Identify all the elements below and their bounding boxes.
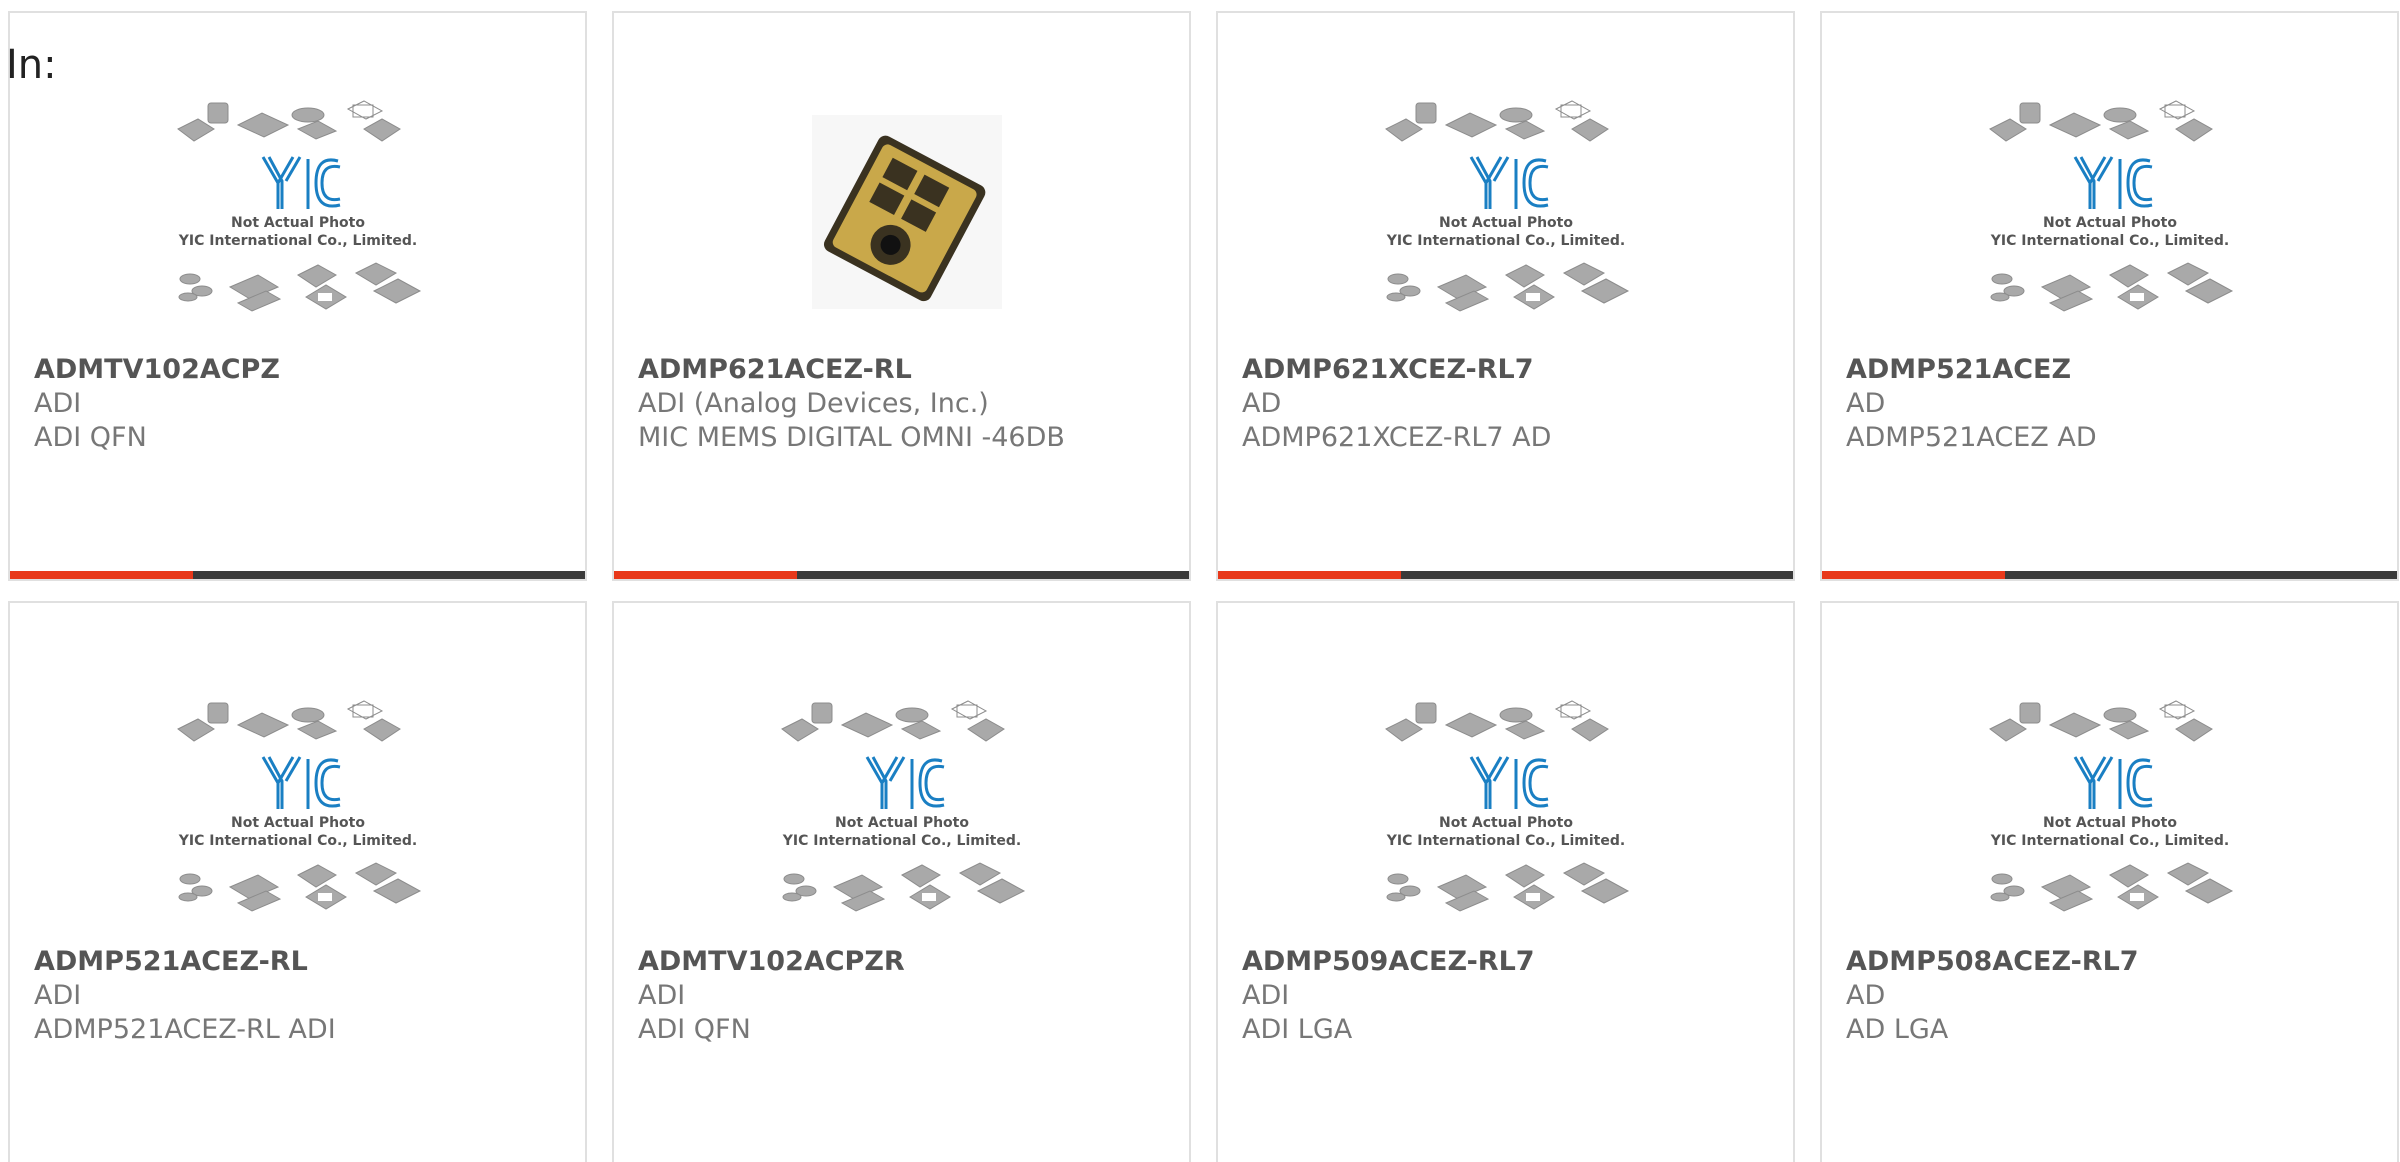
product-info: ADMTV102ACPZR ADI ADI QFN (638, 945, 1169, 1047)
product-thumbnail[interactable]: Not Actual Photo YIC International Co., … (1980, 99, 2240, 339)
manufacturer: ADI (34, 388, 82, 419)
product-info: ADMP509ACEZ-RL7 ADI ADI LGA (1242, 945, 1773, 1047)
placeholder-notice: Not Actual Photo (2043, 215, 2177, 231)
product-thumbnail[interactable]: Not Actual Photo YIC International Co., … (1376, 99, 1636, 339)
description: ADMP621XCEZ-RL7 AD (1242, 422, 1552, 453)
placeholder-notice: Not Actual Photo (1439, 215, 1573, 231)
product-card[interactable]: Not Actual Photo YIC International Co., … (612, 601, 1191, 1162)
description: ADMP521ACEZ AD (1846, 422, 2097, 453)
placeholder-image: Not Actual Photo YIC International Co., … (1988, 100, 2233, 312)
card-accent-bar (10, 571, 193, 579)
description: ADI LGA (1242, 1014, 1353, 1045)
part-number-link[interactable]: ADMP521ACEZ (1846, 353, 2377, 387)
description: ADI QFN (638, 1014, 751, 1045)
placeholder-notice: Not Actual Photo (231, 215, 365, 231)
placeholder-company: YIC International Co., Limited. (1385, 833, 1624, 849)
card-bottom-bar (614, 571, 1189, 579)
placeholder-company: YIC International Co., Limited. (1989, 833, 2228, 849)
product-info: ADMP521ACEZ-RL ADI ADMP521ACEZ-RL ADI (34, 945, 565, 1047)
card-accent-bar (1822, 571, 2005, 579)
description: AD LGA (1846, 1014, 1949, 1045)
description: MIC MEMS DIGITAL OMNI -46DB (638, 422, 1065, 453)
part-number-link[interactable]: ADMTV102ACPZ (34, 353, 565, 387)
product-card[interactable]: Not Actual Photo YIC International Co., … (8, 11, 587, 581)
product-info: ADMTV102ACPZ ADI ADI QFN (34, 353, 565, 455)
product-card[interactable]: ADMP621ACEZ-RL ADI (Analog Devices, Inc.)… (612, 11, 1191, 581)
manufacturer: ADI (34, 980, 82, 1011)
placeholder-notice: Not Actual Photo (1439, 815, 1573, 831)
manufacturer: AD (1846, 388, 1886, 419)
microphone-photo (811, 115, 1002, 309)
product-card[interactable]: Not Actual Photo YIC International Co., … (1820, 11, 2399, 581)
product-thumbnail[interactable]: Not Actual Photo YIC International Co., … (1376, 699, 1636, 939)
placeholder-image: Not Actual Photo YIC International Co., … (176, 700, 421, 912)
product-thumbnail[interactable]: Not Actual Photo YIC International Co., … (168, 699, 428, 939)
card-bottom-bar (10, 571, 585, 579)
card-accent-bar (614, 571, 797, 579)
product-info: ADMP621XCEZ-RL7 AD ADMP621XCEZ-RL7 AD (1242, 353, 1773, 455)
product-grid: Not Actual Photo YIC International Co., … (8, 11, 2399, 1162)
card-bottom-bar (1822, 571, 2397, 579)
placeholder-image: Not Actual Photo YIC International Co., … (176, 100, 421, 312)
placeholder-company: YIC International Co., Limited. (781, 833, 1020, 849)
product-thumbnail[interactable]: Not Actual Photo YIC International Co., … (772, 699, 1032, 939)
manufacturer: AD (1242, 388, 1282, 419)
placeholder-notice: Not Actual Photo (231, 815, 365, 831)
product-card[interactable]: Not Actual Photo YIC International Co., … (1216, 601, 1795, 1162)
product-thumbnail[interactable] (772, 99, 1032, 339)
placeholder-image: Not Actual Photo YIC International Co., … (1384, 700, 1629, 912)
part-number-link[interactable]: ADMP621XCEZ-RL7 (1242, 353, 1773, 387)
part-number-link[interactable]: ADMP509ACEZ-RL7 (1242, 945, 1773, 979)
manufacturer: AD (1846, 980, 1886, 1011)
card-accent-bar (1218, 571, 1401, 579)
product-thumbnail[interactable]: Not Actual Photo YIC International Co., … (1980, 699, 2240, 939)
card-bottom-bar (1218, 571, 1793, 579)
section-heading: In: (6, 42, 57, 88)
description: ADMP521ACEZ-RL ADI (34, 1014, 336, 1045)
product-card[interactable]: Not Actual Photo YIC International Co., … (8, 601, 587, 1162)
placeholder-company: YIC International Co., Limited. (177, 233, 416, 249)
product-info: ADMP621ACEZ-RL ADI (Analog Devices, Inc.)… (638, 353, 1169, 455)
product-info: ADMP521ACEZ AD ADMP521ACEZ AD (1846, 353, 2377, 455)
placeholder-company: YIC International Co., Limited. (177, 833, 416, 849)
part-number-link[interactable]: ADMP508ACEZ-RL7 (1846, 945, 2377, 979)
product-info: ADMP508ACEZ-RL7 AD AD LGA (1846, 945, 2377, 1047)
placeholder-image: Not Actual Photo YIC International Co., … (1384, 100, 1629, 312)
product-card[interactable]: Not Actual Photo YIC International Co., … (1216, 11, 1795, 581)
product-card[interactable]: Not Actual Photo YIC International Co., … (1820, 601, 2399, 1162)
description: ADI QFN (34, 422, 147, 453)
part-number-link[interactable]: ADMP521ACEZ-RL (34, 945, 565, 979)
product-thumbnail[interactable]: Not Actual Photo YIC International Co., … (168, 99, 428, 339)
placeholder-notice: Not Actual Photo (2043, 815, 2177, 831)
product-grid-page: In: Not Actual Photo YIC International C… (0, 0, 2400, 1162)
placeholder-image: Not Actual Photo YIC International Co., … (780, 700, 1025, 912)
manufacturer: ADI (1242, 980, 1290, 1011)
placeholder-image: Not Actual Photo YIC International Co., … (1988, 700, 2233, 912)
part-number-link[interactable]: ADMP621ACEZ-RL (638, 353, 1169, 387)
placeholder-company: YIC International Co., Limited. (1385, 233, 1624, 249)
manufacturer: ADI (Analog Devices, Inc.) (638, 388, 989, 419)
placeholder-notice: Not Actual Photo (835, 815, 969, 831)
placeholder-company: YIC International Co., Limited. (1989, 233, 2228, 249)
part-number-link[interactable]: ADMTV102ACPZR (638, 945, 1169, 979)
manufacturer: ADI (638, 980, 686, 1011)
